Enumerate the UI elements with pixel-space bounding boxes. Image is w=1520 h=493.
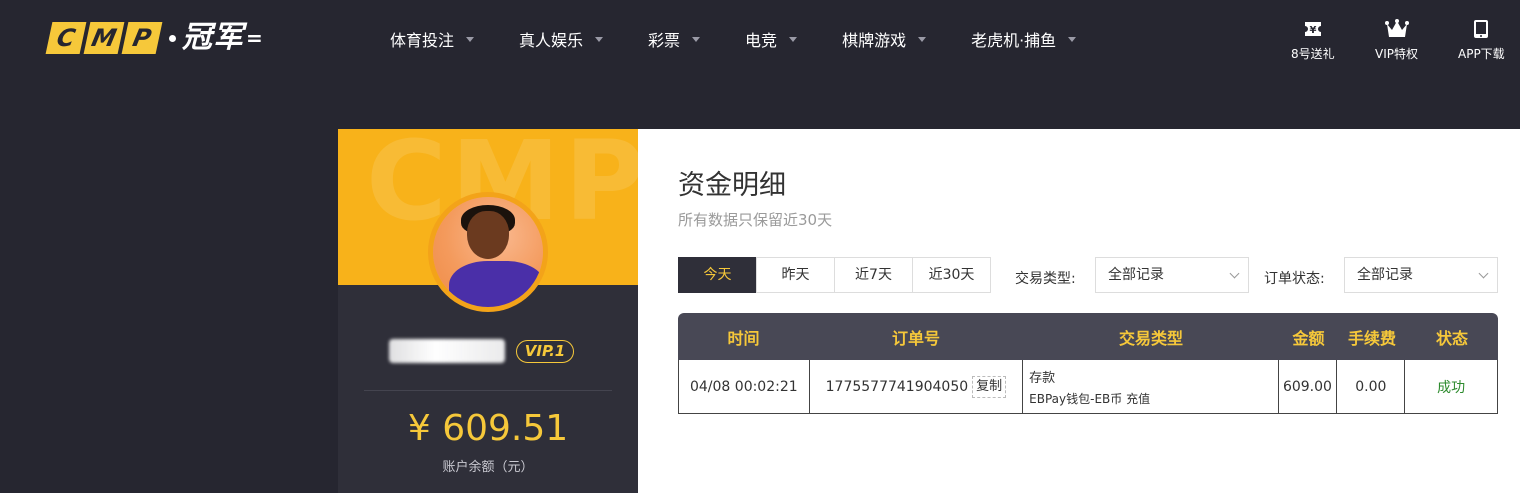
chevron-down-icon: [789, 36, 798, 42]
chevron-down-icon: [466, 36, 475, 42]
column-header-amount: 金额: [1292, 328, 1325, 348]
copy-button[interactable]: 复制: [972, 375, 1007, 398]
nav-item-label: 彩票: [648, 31, 681, 50]
logo-letter: P: [121, 22, 163, 54]
chevron-down-icon: [1478, 268, 1489, 279]
divider: [364, 390, 612, 391]
tab-today[interactable]: 今天: [678, 257, 757, 293]
tab-last-30-days[interactable]: 近30天: [912, 257, 991, 293]
profile-card: CMP VIP.1 ¥ 609.51 账户余额（元）: [338, 129, 638, 493]
vip-badge[interactable]: VIP.1: [516, 340, 574, 363]
fund-details-panel: 资金明细 所有数据只保留近30天 今天 昨天 近7天 近30天 交易类型: 全部…: [638, 129, 1520, 493]
transaction-type: 存款: [1029, 370, 1056, 386]
nav-item-esports[interactable]: 电竞: [745, 28, 798, 50]
logo-tail-mark: =: [246, 26, 263, 50]
tablet-icon: [1469, 18, 1493, 40]
chevron-down-icon: [595, 36, 604, 42]
site-logo[interactable]: C M P 冠军 =: [45, 20, 263, 55]
nav-item-label: 体育投注: [390, 31, 455, 50]
nav-item-slots-fishing[interactable]: 老虎机·捕鱼: [971, 28, 1077, 50]
table-header: 时间 订单号 交易类型 金额 手续费 状态: [678, 313, 1498, 360]
nav-item-label: 老虎机·捕鱼: [971, 31, 1057, 50]
logo-letter: C: [45, 22, 87, 54]
transaction-type-select[interactable]: 全部记录: [1095, 257, 1249, 293]
page-subtitle: 所有数据只保留近30天: [678, 211, 833, 229]
nav-item-sports[interactable]: 体育投注: [390, 28, 475, 50]
table-row: 04/08 00:02:21 1775577741904050 复制 存款 EB…: [678, 360, 1498, 414]
logo-letter: M: [83, 22, 125, 54]
nav-item-label: 电竞: [745, 31, 778, 50]
chevron-down-icon: [1229, 268, 1240, 279]
quick-link-vip[interactable]: VIP特权: [1375, 18, 1418, 62]
cell-type: 存款 EBPay钱包-EB币 充值: [1023, 360, 1279, 413]
cell-order-no: 1775577741904050 复制: [810, 360, 1024, 413]
avatar[interactable]: [428, 192, 548, 312]
nav-item-live-casino[interactable]: 真人娱乐: [519, 28, 604, 50]
quick-link-label: VIP特权: [1375, 47, 1418, 61]
quick-link-label: APP下载: [1458, 47, 1505, 61]
tab-last-7-days[interactable]: 近7天: [834, 257, 913, 293]
column-header-time: 时间: [727, 328, 760, 348]
chevron-down-icon: [918, 36, 927, 42]
cell-fee: 0.00: [1337, 360, 1406, 413]
status-badge: 成功: [1437, 379, 1466, 396]
cell-amount: 609.00: [1279, 360, 1338, 413]
column-header-order-no: 订单号: [891, 328, 940, 348]
account-balance: ¥ 609.51: [407, 408, 569, 449]
transaction-type-label: 交易类型:: [1015, 271, 1076, 287]
svg-text:¥: ¥: [1309, 25, 1316, 36]
logo-dot: [169, 34, 176, 42]
select-value: 全部记录: [1108, 267, 1164, 283]
username-redacted: [389, 339, 505, 363]
main-nav: 体育投注 真人娱乐 彩票 电竞 棋牌游戏 老虎机·捕鱼: [390, 28, 1077, 50]
select-value: 全部记录: [1357, 267, 1413, 283]
nav-item-label: 棋牌游戏: [842, 31, 907, 50]
nav-item-label: 真人娱乐: [519, 31, 584, 50]
column-header-fee: 手续费: [1347, 328, 1396, 348]
transactions-table: 时间 订单号 交易类型 金额 手续费 状态 04/08 00:02:21 177…: [678, 313, 1498, 414]
transaction-method: EBPay钱包-EB币 充值: [1029, 391, 1151, 406]
ticket-icon: ¥: [1301, 18, 1325, 40]
quick-link-label: 8号送礼: [1291, 47, 1335, 61]
page-title: 资金明细: [678, 170, 786, 201]
nav-item-card-games[interactable]: 棋牌游戏: [842, 28, 927, 50]
logo-cmp-letters: C M P: [45, 22, 163, 54]
order-number: 1775577741904050: [825, 378, 969, 395]
logo-chinese-name: 冠军: [182, 20, 244, 55]
date-range-tabs: 今天 昨天 近7天 近30天: [678, 257, 991, 293]
account-balance-label: 账户余额（元）: [442, 460, 534, 475]
quick-link-gift[interactable]: ¥ 8号送礼: [1291, 18, 1335, 62]
chevron-down-icon: [692, 36, 701, 42]
cell-time: 04/08 00:02:21: [679, 360, 810, 413]
chevron-down-icon: [1068, 36, 1077, 42]
top-navigation-bar: C M P 冠军 = 体育投注 真人娱乐 彩票 电竞 棋牌游戏 老虎机·捕鱼 ¥…: [0, 0, 1520, 80]
column-header-type: 交易类型: [1118, 328, 1183, 348]
crown-icon: [1384, 18, 1409, 40]
quick-link-app-download[interactable]: APP下载: [1458, 18, 1505, 62]
nav-item-lottery[interactable]: 彩票: [648, 28, 701, 50]
order-status-select[interactable]: 全部记录: [1344, 257, 1498, 293]
cell-status: 成功: [1405, 360, 1497, 413]
column-header-status: 状态: [1435, 328, 1468, 348]
tab-yesterday[interactable]: 昨天: [756, 257, 835, 293]
order-status-label: 订单状态:: [1264, 271, 1325, 287]
